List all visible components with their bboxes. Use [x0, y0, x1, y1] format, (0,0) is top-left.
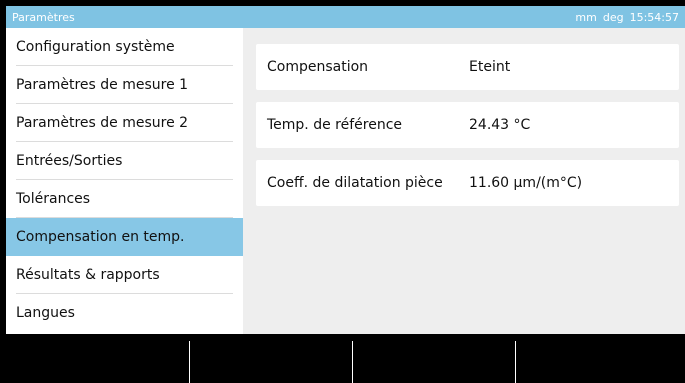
setting-value: 24.43 °C: [469, 117, 531, 133]
sidebar-item-parametres-mesure-2[interactable]: Paramètres de mesure 2: [6, 104, 243, 142]
sidebar-item-label: Langues: [16, 305, 75, 321]
clock: 15:54:57: [629, 10, 679, 24]
sidebar-item-label: Paramètres de mesure 2: [16, 115, 189, 131]
sidebar-item-resultats-rapports[interactable]: Résultats & rapports: [6, 256, 243, 294]
setting-label: Coeff. de dilatation pièce: [267, 175, 443, 191]
sidebar-item-tolerances[interactable]: Tolérances: [6, 180, 243, 218]
title-bar: Paramètres mm deg 15:54:57: [6, 6, 685, 28]
softkey-divider: [515, 341, 516, 383]
sidebar-item-label: Paramètres de mesure 1: [16, 77, 189, 93]
setting-value: Eteint: [469, 59, 511, 75]
sidebar-item-configuration-systeme[interactable]: Configuration système: [6, 28, 243, 66]
softkey-bar: [0, 334, 685, 383]
sidebar-item-label: Tolérances: [16, 191, 91, 207]
sidebar-item-label: Entrées/Sorties: [16, 153, 123, 169]
window-title: Paramètres: [12, 10, 75, 24]
sidebar-item-label: Compensation en temp.: [16, 229, 185, 245]
settings-sidebar: Configuration système Paramètres de mesu…: [6, 28, 243, 334]
setting-row-reference-temp[interactable]: Temp. de référence 24.43 °C: [256, 102, 679, 148]
settings-panel: Compensation Eteint Temp. de référence 2…: [243, 28, 685, 334]
sidebar-item-label: Résultats & rapports: [16, 267, 160, 283]
softkey-divider: [352, 341, 353, 383]
softkey-divider: [189, 341, 190, 383]
length-unit: mm: [575, 10, 597, 24]
sidebar-item-entrees-sorties[interactable]: Entrées/Sorties: [6, 142, 243, 180]
setting-value: 11.60 µm/(m°C): [469, 175, 583, 191]
setting-row-compensation[interactable]: Compensation Eteint: [256, 44, 679, 90]
setting-label: Compensation: [267, 59, 369, 75]
sidebar-item-langues[interactable]: Langues: [6, 294, 243, 332]
angle-unit: deg: [602, 10, 624, 24]
setting-row-expansion-coefficient[interactable]: Coeff. de dilatation pièce 11.60 µm/(m°C…: [256, 160, 679, 206]
status-info: mm deg 15:54:57: [575, 11, 679, 24]
sidebar-item-label: Configuration système: [16, 39, 175, 55]
sidebar-item-parametres-mesure-1[interactable]: Paramètres de mesure 1: [6, 66, 243, 104]
sidebar-item-compensation-temp[interactable]: Compensation en temp.: [6, 218, 243, 256]
setting-label: Temp. de référence: [267, 117, 403, 133]
